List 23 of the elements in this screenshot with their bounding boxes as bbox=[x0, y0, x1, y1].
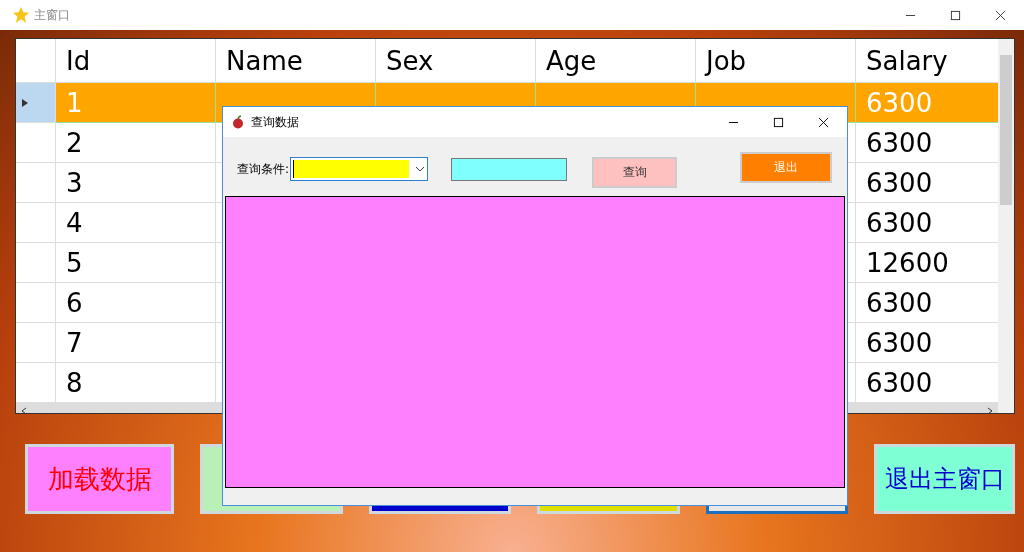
maximize-icon[interactable] bbox=[773, 116, 784, 128]
star-icon bbox=[12, 6, 30, 24]
table-cell: 1 bbox=[56, 83, 216, 123]
close-icon[interactable] bbox=[818, 116, 829, 128]
table-cell: 3 bbox=[56, 163, 216, 203]
close-icon[interactable] bbox=[995, 9, 1006, 21]
table-cell: 6 bbox=[56, 283, 216, 323]
query-button[interactable]: 查询 bbox=[592, 156, 678, 188]
vertical-scrollbar[interactable] bbox=[998, 39, 1014, 413]
table-cell: 7 bbox=[56, 323, 216, 363]
table-cell: 4 bbox=[56, 203, 216, 243]
table-cell: 2 bbox=[56, 123, 216, 163]
window-title: 主窗口 bbox=[34, 6, 70, 24]
table-cell: 6300 bbox=[856, 83, 998, 123]
query-condition-label: 查询条件: bbox=[237, 160, 290, 178]
query-input-field[interactable] bbox=[451, 157, 568, 181]
row-pointer-icon bbox=[22, 98, 28, 107]
exit-main-window-button[interactable]: 退出主窗口 bbox=[874, 444, 1015, 514]
table-cell: 5 bbox=[56, 243, 216, 283]
chevron-down-icon bbox=[415, 166, 426, 172]
condition-dropdown[interactable] bbox=[290, 157, 429, 181]
apple-icon bbox=[231, 115, 245, 129]
maximize-icon[interactable] bbox=[950, 9, 961, 21]
